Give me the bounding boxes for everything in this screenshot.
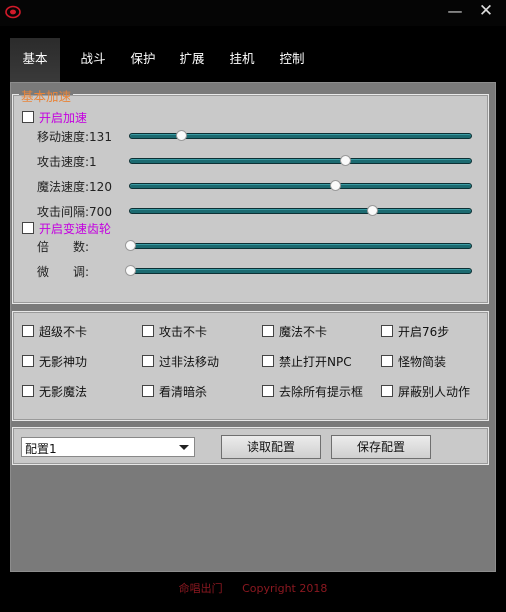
option-checkbox[interactable] <box>262 325 274 337</box>
enable-speed-checkbox[interactable] <box>22 111 34 123</box>
speed-panel-title: 基本加速 <box>19 86 74 105</box>
option-checkbox[interactable] <box>142 355 154 367</box>
option-label: 屏蔽别人动作 <box>398 385 471 399</box>
option-label: 开启76步 <box>398 325 450 339</box>
magic-speed-slider[interactable] <box>129 180 472 191</box>
option-label: 魔法不卡 <box>279 325 328 339</box>
fine-tune-label: 微 调: <box>37 265 90 279</box>
attack-interval-label: 攻击间隔:700 <box>37 205 112 219</box>
option-checkbox[interactable] <box>262 355 274 367</box>
option-checkbox[interactable] <box>381 385 393 397</box>
app-logo-icon <box>5 5 21 19</box>
footer-copyright: Copyright 2018 <box>242 582 328 595</box>
option-checkbox[interactable] <box>22 325 34 337</box>
option-label: 去除所有提示框 <box>279 385 364 399</box>
minimize-button[interactable]: — <box>441 0 469 22</box>
multiplier-slider[interactable] <box>125 240 472 251</box>
option-label: 看清暗杀 <box>159 385 208 399</box>
attack-speed-label: 攻击速度:1 <box>37 155 97 169</box>
tab-content: 基本加速 开启加速 移动速度:131 攻击速度:1 魔法速度:120 攻击间隔:… <box>10 82 496 572</box>
enable-gear-label: 开启变速齿轮 <box>39 222 112 236</box>
attack-speed-slider[interactable] <box>129 155 472 166</box>
tab-bar: 基本 战斗 保护 扩展 挂机 控制 <box>10 38 496 82</box>
config-select-value: 配置1 <box>25 442 57 456</box>
option-label: 攻击不卡 <box>159 325 208 339</box>
option-label: 怪物简装 <box>398 355 447 369</box>
tab-control[interactable]: 控制 <box>267 38 317 82</box>
fine-tune-slider[interactable] <box>125 265 472 276</box>
option-checkbox[interactable] <box>142 325 154 337</box>
slider-thumb[interactable] <box>329 180 341 191</box>
slider-thumb[interactable] <box>125 265 136 276</box>
move-speed-slider[interactable] <box>129 130 472 141</box>
save-config-button[interactable]: 保存配置 <box>331 435 431 459</box>
magic-speed-label: 魔法速度:120 <box>37 180 112 194</box>
option-checkbox[interactable] <box>262 385 274 397</box>
multiplier-label: 倍 数: <box>37 240 90 254</box>
speed-panel: 基本加速 开启加速 移动速度:131 攻击速度:1 魔法速度:120 攻击间隔:… <box>12 86 489 304</box>
option-label: 过非法移动 <box>159 355 220 369</box>
title-bar: — ✕ <box>0 0 506 26</box>
enable-speed-label: 开启加速 <box>39 111 88 125</box>
close-button[interactable]: ✕ <box>472 0 500 22</box>
tab-protect[interactable]: 保护 <box>118 38 168 82</box>
footer: 命唱出门 Copyright 2018 <box>0 580 506 596</box>
option-checkbox[interactable] <box>381 355 393 367</box>
option-checkbox[interactable] <box>22 355 34 367</box>
config-panel: 配置1 读取配置 保存配置 <box>12 427 489 465</box>
tab-afk[interactable]: 挂机 <box>217 38 267 82</box>
option-checkbox[interactable] <box>381 325 393 337</box>
tab-extend[interactable]: 扩展 <box>167 38 217 82</box>
option-checkbox[interactable] <box>142 385 154 397</box>
options-panel: 超级不卡 攻击不卡 魔法不卡 开启76步 无影神功 过非法移动 禁止打开NPC … <box>12 311 489 421</box>
option-label: 禁止打开NPC <box>279 355 352 369</box>
move-speed-label: 移动速度:131 <box>37 130 112 144</box>
load-config-button[interactable]: 读取配置 <box>221 435 321 459</box>
tab-combat[interactable]: 战斗 <box>68 38 118 82</box>
footer-brand: 命唱出门 <box>178 582 223 595</box>
option-label: 无影魔法 <box>39 385 88 399</box>
option-label: 超级不卡 <box>39 325 88 339</box>
slider-thumb[interactable] <box>176 130 188 141</box>
chevron-down-icon <box>179 445 189 450</box>
option-checkbox[interactable] <box>22 385 34 397</box>
enable-gear-checkbox[interactable] <box>22 222 34 234</box>
config-select[interactable]: 配置1 <box>21 437 195 457</box>
slider-thumb[interactable] <box>367 205 379 216</box>
option-label: 无影神功 <box>39 355 88 369</box>
tab-basic[interactable]: 基本 <box>10 38 60 82</box>
slider-thumb[interactable] <box>339 155 351 166</box>
slider-thumb[interactable] <box>125 240 136 251</box>
attack-interval-slider[interactable] <box>129 205 472 216</box>
